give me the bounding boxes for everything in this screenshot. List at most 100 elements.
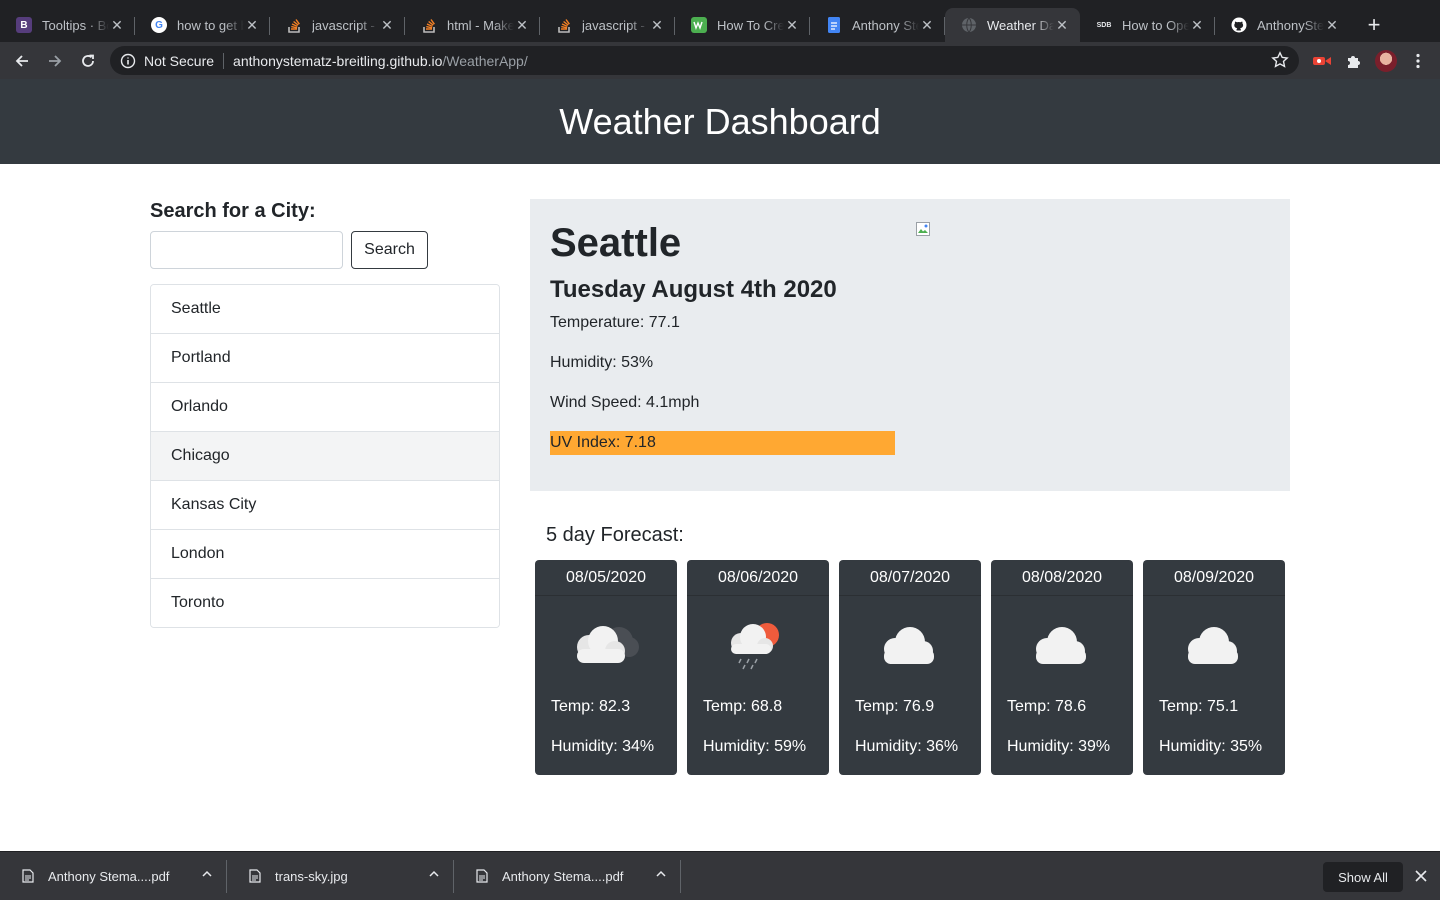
menu-button[interactable] (1402, 45, 1434, 77)
stackoverflow-icon (288, 19, 300, 33)
city-list-item[interactable]: Orlando (151, 382, 499, 431)
current-weather-card: Seattle Tuesday August 4th 2020 Temperat… (530, 199, 1290, 491)
tab-close-icon[interactable]: ✕ (109, 17, 125, 34)
kebab-menu-icon (1416, 53, 1420, 68)
chevron-up-icon[interactable] (428, 868, 440, 880)
tab-close-icon[interactable]: ✕ (649, 17, 665, 34)
tab-close-icon[interactable]: ✕ (1324, 17, 1340, 34)
profile-button[interactable] (1370, 45, 1402, 77)
browser-toolbar: Not Secure anthonystematz-breitling.gith… (0, 42, 1440, 79)
downloads-bar: Anthony Stema....pdf trans-sky.jpg Antho… (0, 851, 1440, 900)
download-item[interactable]: Anthony Stema....pdf (0, 852, 227, 901)
forecast-card: 08/07/2020 Temp: 76.9 Humidity: 36% (839, 560, 981, 775)
tab-title: Anthony Stematz (852, 17, 919, 33)
current-city-name: Seattle (550, 221, 682, 265)
reload-button[interactable] (72, 45, 104, 77)
forecast-humidity: Humidity: 34% (551, 738, 655, 755)
w3schools-icon (691, 17, 707, 33)
browser-tab[interactable]: B Tooltips · Bootstrap ✕ (0, 8, 135, 42)
browser-tab[interactable]: javascript - How ✕ (540, 8, 675, 42)
tab-close-icon[interactable]: ✕ (379, 17, 395, 34)
forecast-date: 08/05/2020 (535, 560, 677, 596)
city-history-list: Seattle Portland Orlando Chicago Kansas … (150, 284, 500, 628)
cloudy-dark-icon (577, 626, 639, 663)
extensions-button[interactable] (1338, 45, 1370, 77)
download-filename: Anthony Stema....pdf (48, 868, 170, 884)
forecast-date: 08/07/2020 (839, 560, 981, 596)
tab-title: how to get bootstrap (177, 17, 244, 33)
cloud-icon (1188, 627, 1238, 664)
tab-close-icon[interactable]: ✕ (1054, 17, 1070, 34)
url-path: /WeatherApp/ (442, 52, 528, 69)
extension-button[interactable] (1306, 45, 1338, 77)
current-wind-speed: Wind Speed: 4.1mph (550, 394, 700, 411)
close-icon[interactable] (1413, 868, 1429, 884)
new-tab-button[interactable]: + (1360, 11, 1388, 39)
file-icon (249, 869, 261, 883)
forecast-card: 08/08/2020 Temp: 78.6 Humidity: 39% (991, 560, 1133, 775)
info-icon[interactable] (120, 53, 136, 69)
back-button[interactable] (6, 45, 38, 77)
chevron-up-icon[interactable] (201, 868, 213, 880)
browser-tab[interactable]: SDB How to Open ✕ (1080, 8, 1215, 42)
google-icon: G (151, 17, 167, 33)
tab-title: javascript - How (582, 17, 649, 33)
forward-button[interactable] (39, 45, 71, 77)
forecast-card: 08/09/2020 Temp: 75.1 Humidity: 35% (1143, 560, 1285, 775)
page-header: Weather Dashboard (0, 79, 1440, 164)
tab-close-icon[interactable]: ✕ (244, 17, 260, 34)
forecast-temp: Temp: 68.8 (703, 698, 783, 715)
city-search-input[interactable] (150, 231, 343, 269)
browser-tab[interactable]: How To Create ✕ (675, 8, 810, 42)
bookmark-star-icon[interactable] (1271, 51, 1289, 69)
chevron-up-icon[interactable] (655, 868, 667, 880)
download-item[interactable]: Anthony Stema....pdf (454, 852, 681, 901)
browser-tab[interactable]: javascript - How to ✕ (270, 8, 405, 42)
tab-close-icon[interactable]: ✕ (784, 17, 800, 34)
google-docs-icon (828, 17, 840, 33)
forecast-humidity: Humidity: 35% (1159, 738, 1263, 755)
browser-tab[interactable]: html - Make ✕ (405, 8, 540, 42)
forecast-temp: Temp: 78.6 (1007, 698, 1087, 715)
tab-close-icon[interactable]: ✕ (919, 17, 935, 34)
puzzle-icon (1348, 55, 1360, 68)
sdb-icon: SDB (1096, 21, 1112, 29)
forecast-date: 08/06/2020 (687, 560, 829, 596)
cloud-icon (884, 627, 934, 664)
tab-close-icon[interactable]: ✕ (1189, 17, 1205, 34)
tab-title: html - Make (447, 17, 514, 33)
city-list-item[interactable]: Chicago (151, 431, 499, 480)
browser-tab[interactable]: AnthonyStematz ✕ (1215, 8, 1350, 42)
broken-image-icon (916, 222, 930, 236)
forecast-card: 08/06/2020 Temp: 68.8 Humidity: 59% (687, 560, 829, 775)
address-bar[interactable]: Not Secure anthonystematz-breitling.gith… (110, 46, 1299, 75)
tab-close-icon[interactable]: ✕ (514, 17, 530, 34)
city-list-item[interactable]: Kansas City (151, 480, 499, 529)
browser-tab-active[interactable]: Weather Dashboard ✕ (945, 8, 1080, 42)
github-icon (1231, 17, 1247, 33)
browser-tab[interactable]: Anthony Stematz ✕ (810, 8, 945, 42)
tab-title: Tooltips · Bootstrap (42, 17, 109, 33)
file-icon (476, 869, 488, 883)
url-host: anthonystematz-breitling.github.io (233, 52, 443, 69)
forward-arrow-icon (49, 54, 62, 67)
city-list-item[interactable]: Portland (151, 333, 499, 382)
back-arrow-icon (15, 54, 28, 67)
current-temperature: Temperature: 77.1 (550, 314, 680, 331)
search-button[interactable]: Search (351, 231, 428, 269)
bootstrap-icon: B (16, 17, 32, 33)
tab-title: AnthonyStematz (1257, 17, 1324, 33)
file-icon (22, 869, 34, 883)
forecast-temp: Temp: 76.9 (855, 698, 935, 715)
city-list-item[interactable]: London (151, 529, 499, 578)
forecast-humidity: Humidity: 59% (703, 738, 807, 755)
forecast-date: 08/09/2020 (1143, 560, 1285, 596)
city-list-item[interactable]: Seattle (151, 285, 499, 333)
download-item[interactable]: trans-sky.jpg (227, 852, 454, 901)
forecast-card: 08/05/2020 Temp: 82.3 Humidity: 34% (535, 560, 677, 775)
city-list-item[interactable]: Toronto (151, 578, 499, 627)
browser-tab[interactable]: G how to get bootstrap ✕ (135, 8, 270, 42)
show-all-downloads-button[interactable]: Show All (1323, 862, 1403, 892)
forecast-title: 5 day Forecast: (546, 524, 684, 546)
tab-title: How To Create (717, 17, 784, 33)
